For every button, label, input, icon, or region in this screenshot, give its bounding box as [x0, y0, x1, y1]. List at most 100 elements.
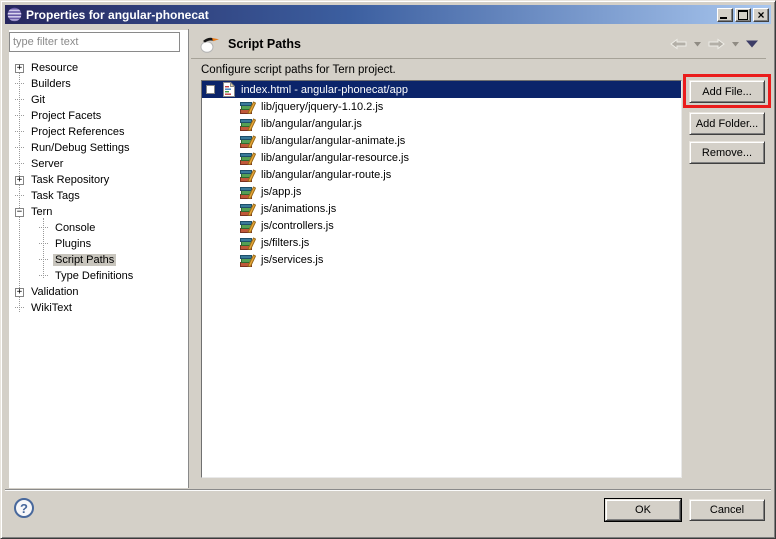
tree-branch-icon [39, 227, 48, 229]
forward-dropdown-icon[interactable] [732, 42, 739, 47]
sidebar-item-label: WikiText [29, 302, 74, 314]
script-file-icon [240, 184, 256, 200]
sidebar-item-project-facets[interactable]: Project Facets [9, 108, 188, 124]
script-path-row[interactable]: lib/jquery/jquery-1.10.2.js [202, 98, 681, 115]
sidebar-item-task-tags[interactable]: Task Tags [9, 188, 188, 204]
back-dropdown-icon[interactable] [694, 42, 701, 47]
script-file-icon [240, 235, 256, 251]
properties-dialog: Properties for angular-phonecat × + Resou… [0, 0, 776, 539]
script-file-icon [240, 252, 256, 268]
sidebar-item-script-paths[interactable]: Script Paths [9, 252, 188, 268]
header-divider [191, 58, 766, 59]
expand-icon[interactable]: + [15, 176, 24, 185]
back-button[interactable] [670, 38, 687, 50]
footer-divider [5, 489, 771, 491]
sidebar-item-label: Type Definitions [53, 270, 135, 282]
script-path-row[interactable]: js/filters.js [202, 234, 681, 251]
collapse-icon[interactable]: − [15, 208, 24, 217]
script-root-row[interactable]: − index.html - angular-phonecat/app [202, 81, 681, 98]
collapse-icon[interactable]: − [206, 85, 215, 94]
sidebar-item-label: Builders [29, 78, 73, 90]
script-file-icon [240, 167, 256, 183]
tree-branch-icon [15, 131, 24, 133]
sidebar-item-label: Project Facets [29, 110, 103, 122]
add-folder-button[interactable]: Add Folder... [689, 112, 765, 135]
tree-branch-icon [15, 163, 24, 165]
script-path-row[interactable]: js/controllers.js [202, 217, 681, 234]
remove-button[interactable]: Remove... [689, 141, 765, 164]
cancel-button[interactable]: Cancel [689, 499, 765, 521]
html-file-icon [222, 82, 235, 97]
script-path-label: js/controllers.js [261, 220, 334, 232]
sidebar-item-server[interactable]: Server [9, 156, 188, 172]
script-path-row[interactable]: lib/angular/angular-animate.js [202, 132, 681, 149]
sidebar-item-label: Tern [29, 206, 54, 218]
script-path-row[interactable]: lib/angular/angular-route.js [202, 166, 681, 183]
help-button[interactable]: ? [14, 498, 34, 518]
sidebar-item-label: Run/Debug Settings [29, 142, 131, 154]
description-text: Configure script paths for Tern project. [201, 64, 396, 76]
section-header: Script Paths [191, 31, 766, 57]
script-path-row[interactable]: lib/angular/angular-resource.js [202, 149, 681, 166]
script-path-label: lib/angular/angular-animate.js [261, 135, 405, 147]
script-file-icon [240, 133, 256, 149]
sidebar-item-run-debug-settings[interactable]: Run/Debug Settings [9, 140, 188, 156]
sidebar-item-label: Validation [29, 286, 81, 298]
sidebar-item-label: Task Tags [29, 190, 82, 202]
close-button[interactable]: × [753, 8, 769, 22]
add-file-button[interactable]: Add File... [689, 80, 765, 103]
script-path-label: js/animations.js [261, 203, 336, 215]
script-path-label: lib/angular/angular.js [261, 118, 362, 130]
script-root-label: index.html - angular-phonecat/app [241, 84, 408, 96]
sidebar-item-resource[interactable]: + Resource [9, 60, 188, 76]
script-file-icon [240, 116, 256, 132]
panel-divider [188, 29, 189, 488]
sidebar-item-console[interactable]: Console [9, 220, 188, 236]
sidebar-item-plugins[interactable]: Plugins [9, 236, 188, 252]
section-title: Script Paths [228, 37, 301, 51]
script-path-label: js/filters.js [261, 237, 309, 249]
script-file-icon [240, 150, 256, 166]
sidebar-item-builders[interactable]: Builders [9, 76, 188, 92]
forward-button[interactable] [708, 38, 725, 50]
maximize-button[interactable] [735, 8, 751, 22]
eclipse-icon [7, 7, 22, 22]
script-path-label: lib/angular/angular-route.js [261, 169, 391, 181]
sidebar-item-validation[interactable]: + Validation [9, 284, 188, 300]
sidebar-item-project-references[interactable]: Project References [9, 124, 188, 140]
sidebar-item-label: Git [29, 94, 47, 106]
script-path-row[interactable]: js/app.js [202, 183, 681, 200]
script-file-icon [240, 201, 256, 217]
script-file-icon [240, 99, 256, 115]
tree-branch-icon [15, 83, 24, 85]
script-path-label: js/services.js [261, 254, 323, 266]
header-nav [670, 38, 758, 50]
sidebar-item-label: Project References [29, 126, 127, 138]
ok-button[interactable]: OK [605, 499, 681, 521]
sidebar-item-type-definitions[interactable]: Type Definitions [9, 268, 188, 284]
tree-branch-icon [15, 99, 24, 101]
script-path-row[interactable]: lib/angular/angular.js [202, 115, 681, 132]
script-path-row[interactable]: js/animations.js [202, 200, 681, 217]
sidebar-item-label: Plugins [53, 238, 93, 250]
sidebar-item-wikitext[interactable]: WikiText [9, 300, 188, 316]
sidebar: + Resource Builders Git Project Facets Projec… [9, 30, 188, 488]
view-menu-button[interactable] [746, 40, 758, 48]
expand-icon[interactable]: + [15, 288, 24, 297]
filter-input[interactable] [9, 32, 180, 52]
sidebar-item-tern[interactable]: −Tern [9, 204, 188, 220]
sidebar-item-label: Resource [29, 62, 80, 74]
title-bar: Properties for angular-phonecat × [5, 5, 771, 24]
expand-icon[interactable]: + [15, 64, 24, 73]
sidebar-tree: + Resource Builders Git Project Facets Projec… [9, 60, 188, 488]
sidebar-item-git[interactable]: Git [9, 92, 188, 108]
sidebar-item-label: Script Paths [53, 254, 116, 266]
sidebar-item-task-repository[interactable]: +Task Repository [9, 172, 188, 188]
script-path-row[interactable]: js/services.js [202, 251, 681, 268]
page-title: Properties for angular-phonecat [26, 8, 209, 22]
tern-icon [200, 35, 220, 53]
maximize-icon [738, 10, 748, 20]
minimize-button[interactable] [717, 8, 733, 22]
script-path-label: js/app.js [261, 186, 301, 198]
script-paths-list: − index.html - angular-phonecat/app lib/… [201, 80, 682, 478]
